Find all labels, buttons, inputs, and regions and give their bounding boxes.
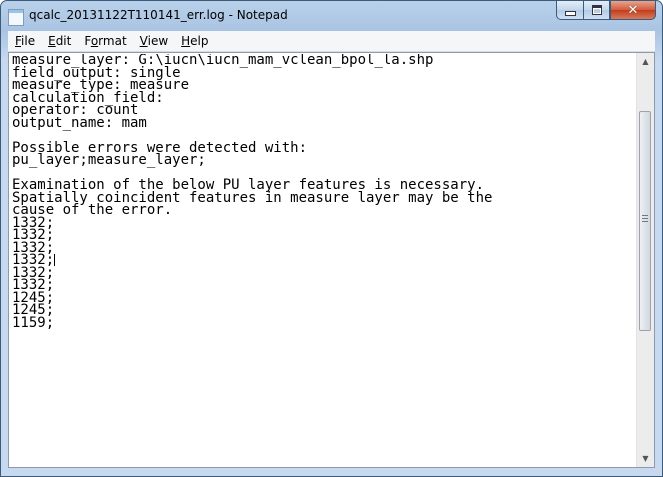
close-button[interactable]: ✕ [610, 1, 656, 20]
maximize-icon [591, 5, 602, 15]
text-line: 1159; [12, 314, 55, 331]
notepad-icon[interactable] [8, 9, 24, 26]
menu-file[interactable]: File [8, 34, 41, 48]
scroll-up-arrow-icon[interactable]: ▲ [637, 53, 654, 70]
text-caret [54, 254, 56, 266]
text-line: 1245; [12, 289, 55, 306]
vertical-scrollbar[interactable]: ▲ ▼ [636, 53, 654, 467]
text-line: 1332; [12, 239, 55, 256]
caption-buttons: ✕ [556, 1, 656, 21]
maximize-button[interactable] [583, 1, 610, 20]
text-line: 1332; [12, 227, 55, 243]
text-line: 1332; [12, 252, 56, 268]
text-line: 1332; [12, 277, 55, 293]
menu-format[interactable]: Format [77, 34, 132, 48]
menu-help[interactable]: Help [174, 34, 214, 48]
menu-view[interactable]: View [133, 34, 174, 48]
scrollbar-grip [642, 215, 648, 224]
document-text[interactable]: measure_layer: G:\iucn\iucn_mam_vclean_b… [12, 54, 634, 467]
notepad-window: qcalc_20131122T110141_err.log - Notepad … [0, 0, 663, 477]
scroll-down-arrow-icon[interactable]: ▼ [637, 450, 654, 467]
text-line: 1332; [12, 264, 55, 281]
window-title: qcalc_20131122T110141_err.log - Notepad [29, 8, 288, 22]
text-line: pu_layer;measure_layer; [12, 152, 206, 168]
minimize-button[interactable] [556, 1, 583, 20]
text-editor[interactable]: measure_layer: G:\iucn\iucn_mam_vclean_b… [8, 52, 655, 468]
menu-bar: File Edit Format View Help [8, 31, 655, 52]
text-line: 1245; [12, 302, 55, 318]
text-line: output_name: mam [12, 114, 147, 131]
menu-edit[interactable]: Edit [41, 34, 77, 48]
text-line: cause of the error. [12, 202, 173, 218]
minimize-icon [564, 10, 576, 16]
title-bar[interactable]: qcalc_20131122T110141_err.log - Notepad … [1, 1, 662, 31]
close-icon: ✕ [627, 2, 639, 18]
scrollbar-thumb[interactable] [639, 111, 651, 331]
text-line: 1332; [12, 214, 55, 231]
